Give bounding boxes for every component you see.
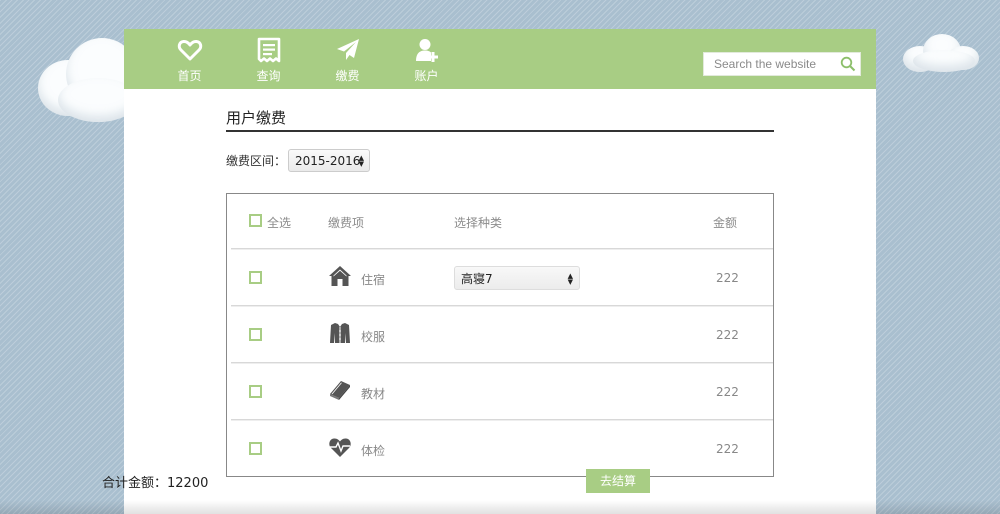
bottom-shade: [0, 500, 1000, 514]
row-item-name: 体检: [361, 444, 386, 458]
search-input[interactable]: [704, 53, 834, 75]
page-title: 用户缴费: [226, 109, 287, 127]
row-amount: 222: [716, 328, 739, 342]
row-checkbox[interactable]: [249, 385, 262, 398]
table-row: 住宿 高寝7 ▲ ▼ 222: [227, 249, 773, 306]
select-arrows-icon: ▲ ▼: [358, 154, 365, 168]
header-item: 缴费项: [328, 216, 365, 230]
header-amount: 金额: [713, 216, 738, 230]
period-selected-value: 2015-2016: [295, 153, 361, 168]
checkout-button[interactable]: 去结算: [586, 469, 650, 493]
nav-label-payment: 缴费: [335, 69, 360, 83]
cloud-decoration-left: [38, 38, 138, 128]
nav-label-query: 查询: [256, 69, 281, 83]
nav-label-account: 账户: [414, 69, 439, 83]
house-icon: [329, 266, 351, 286]
nav-label-home: 首页: [177, 69, 202, 83]
payment-table: 全选 缴费项 选择种类 金额 住宿 高寝7 ▲ ▼ 222 校服 222 教材 …: [226, 193, 774, 477]
header-type: 选择种类: [454, 216, 503, 230]
summary-row: 合计金额：12200 去结算: [102, 469, 650, 493]
book-icon: [330, 381, 350, 400]
title-divider: [226, 130, 774, 132]
cloud-decoration-right: [903, 34, 983, 74]
jacket-icon: [330, 323, 350, 343]
receipt-icon: [257, 37, 280, 63]
select-all-label: 全选: [267, 216, 292, 230]
period-row: 缴费区间： 2015-2016 ▲ ▼: [226, 149, 774, 172]
search-box: [703, 52, 861, 76]
paper-plane-icon: [336, 39, 359, 60]
row-checkbox[interactable]: [249, 442, 262, 455]
heartbeat-icon: [329, 438, 351, 457]
search-icon[interactable]: [840, 56, 856, 72]
main-container: 首页 查询 缴费 账户 用户缴费 缴费区间： 2015-: [124, 29, 876, 514]
table-row: 教材 222: [227, 363, 773, 420]
row-item-name: 教材: [361, 387, 386, 401]
period-select[interactable]: 2015-2016 ▲ ▼: [288, 149, 371, 172]
row-checkbox[interactable]: [249, 328, 262, 341]
payment-section: 用户缴费 缴费区间： 2015-2016 ▲▼ 全选 缴费项 选择种类 金额: [226, 107, 774, 477]
table-row: 体检 222: [227, 420, 773, 477]
period-label: 缴费区间：: [226, 154, 287, 168]
row-item-name: 住宿: [361, 273, 386, 287]
nav-item-home[interactable]: 首页: [150, 35, 229, 85]
table-header-row: 全选 缴费项 选择种类 金额: [227, 194, 773, 249]
nav-item-query[interactable]: 查询: [229, 35, 308, 85]
row-amount: 222: [716, 442, 739, 456]
nav-item-account[interactable]: 账户: [387, 35, 466, 85]
type-selected-value: 高寝7: [461, 271, 493, 286]
type-select[interactable]: 高寝7 ▲ ▼: [454, 266, 580, 290]
row-checkbox[interactable]: [249, 271, 262, 284]
user-add-icon: [415, 39, 438, 62]
table-row: 校服 222: [227, 306, 773, 363]
heart-icon: [177, 39, 202, 61]
total-amount: 合计金额：12200: [102, 476, 209, 491]
nav-item-payment[interactable]: 缴费: [308, 35, 387, 85]
row-amount: 222: [716, 385, 739, 399]
header-bar: 首页 查询 缴费 账户: [124, 29, 876, 89]
row-item-name: 校服: [361, 330, 386, 344]
row-amount: 222: [716, 271, 739, 285]
main-nav: 首页 查询 缴费 账户: [150, 35, 466, 85]
select-all-checkbox[interactable]: [249, 214, 262, 227]
select-arrows-icon: ▲ ▼: [567, 272, 573, 286]
